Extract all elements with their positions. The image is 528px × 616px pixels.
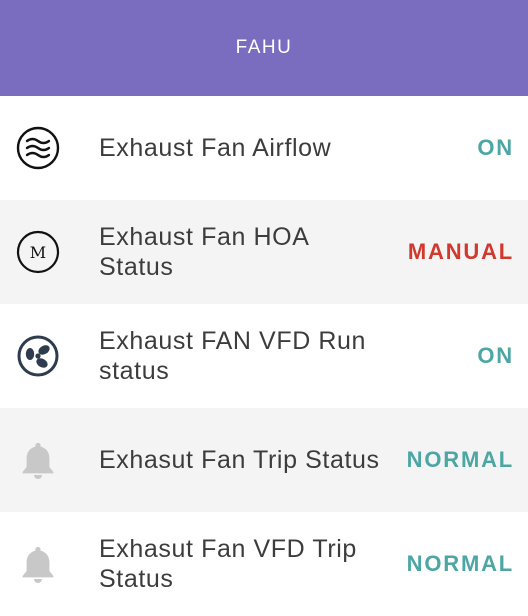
list-item[interactable]: Exhaust FAN VFD Run status ON [0,304,528,408]
list-item[interactable]: Exhaust Fan Airflow ON [0,96,528,200]
manual-mode-icon: M [15,229,61,275]
item-label: Exhaust FAN VFD Run status [99,327,367,385]
point-list: Exhaust Fan Airflow ON M Exhaust Fan HOA… [0,96,528,616]
item-label: Exhaust Fan HOA Status [99,223,309,281]
page-title: FAHU [235,37,293,58]
list-item[interactable]: M Exhaust Fan HOA Status MANUAL [0,200,528,304]
status-value: NORMAL [406,551,514,576]
bell-icon [15,541,61,587]
app-header: FAHU [0,0,528,96]
status-value: ON [477,343,514,368]
item-label: Exhasut Fan Trip Status [99,446,380,474]
status-value: NORMAL [406,447,514,472]
item-label: Exhasut Fan VFD Trip Status [99,535,357,593]
item-label: Exhaust Fan Airflow [99,134,332,162]
bell-icon [15,437,61,483]
airflow-icon [15,125,61,171]
fan-icon [15,333,61,379]
status-value: MANUAL [407,239,514,264]
list-item[interactable]: Exhasut Fan Trip Status NORMAL [0,408,528,512]
manual-mode-letter: M [30,243,46,262]
status-value: ON [477,135,514,160]
list-item[interactable]: Exhasut Fan VFD Trip Status NORMAL [0,512,528,616]
